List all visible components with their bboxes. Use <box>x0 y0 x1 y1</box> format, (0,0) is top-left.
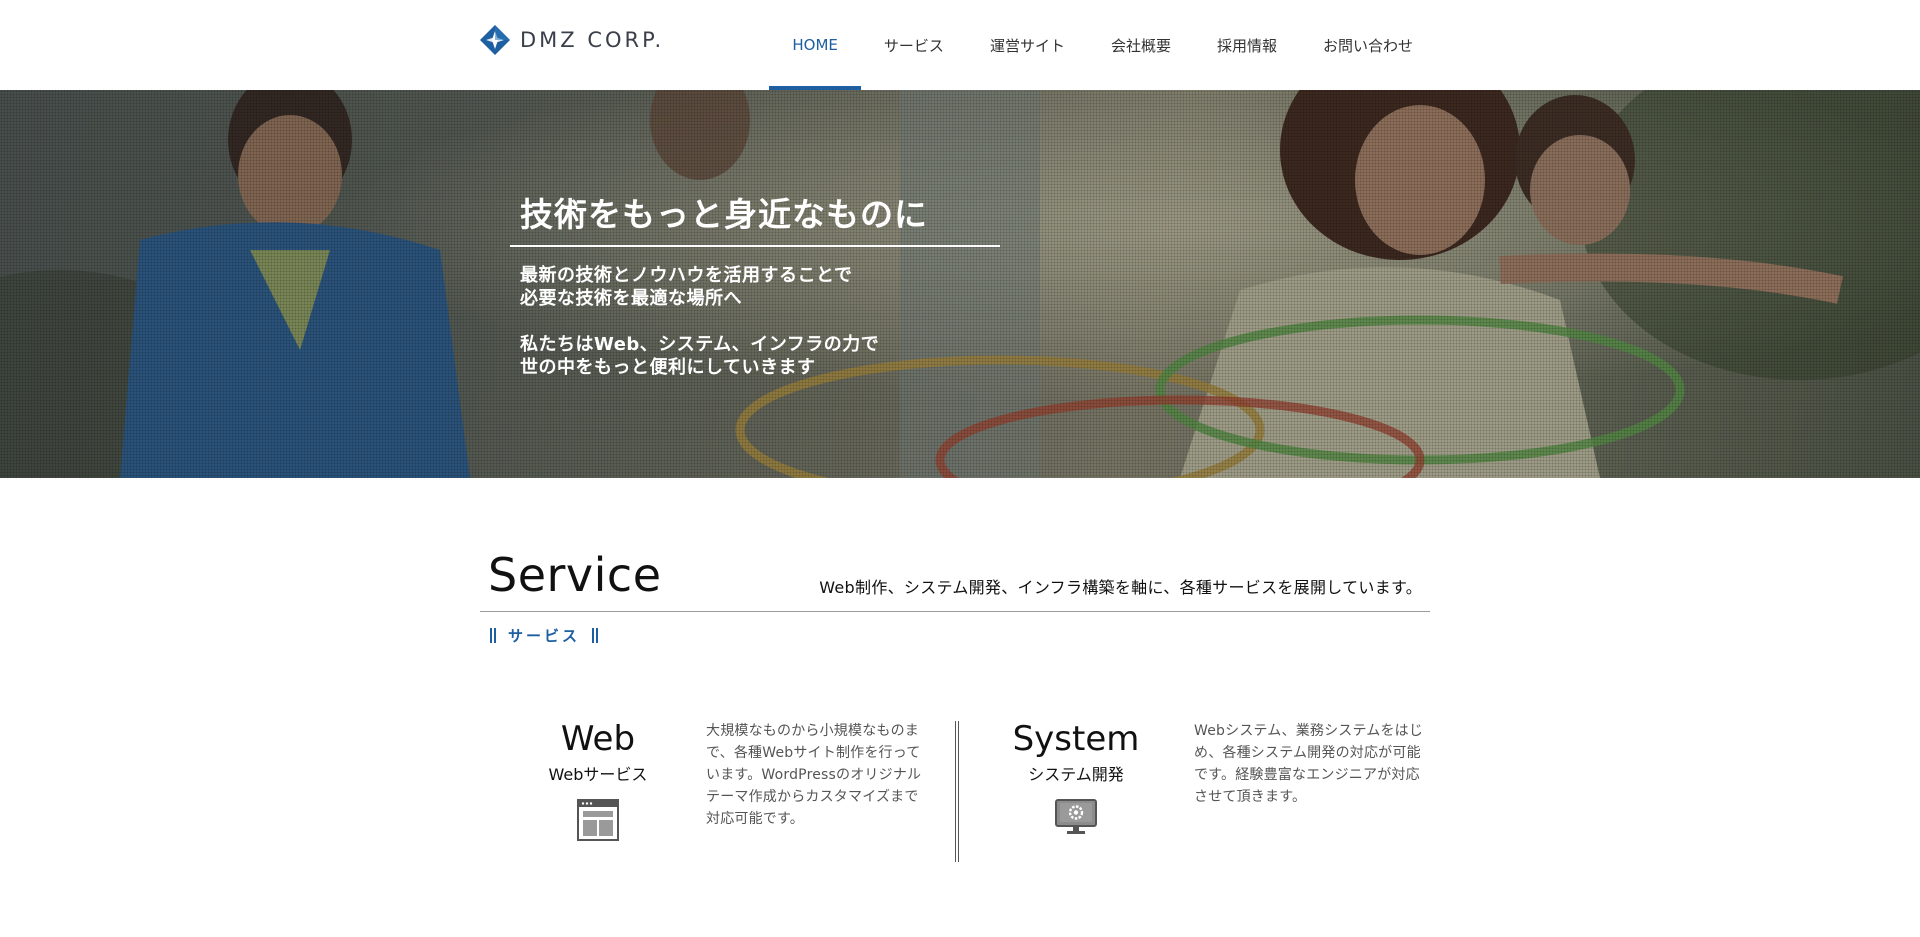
double-bar-icon <box>592 628 599 643</box>
service-subtitle: サービス <box>490 625 599 646</box>
diamond-compass-logo-icon <box>480 25 510 55</box>
desc-line: テーマ作成からカスタマイズまで <box>706 789 919 805</box>
hero-copy-line: 私たちはWeb、システム、インフラの力で <box>520 334 880 355</box>
card-title-en: System <box>1012 719 1140 759</box>
desc-line: Webシステム、業務システムをはじ <box>1194 723 1424 739</box>
desc-line: 対応可能です。 <box>706 811 804 827</box>
card-title-en: Web <box>560 719 636 759</box>
main-nav: HOME サービス 運営サイト 会社概要 採用情報 お問い合わせ <box>769 0 1436 90</box>
nav-item-recruit[interactable]: 採用情報 <box>1194 0 1300 90</box>
hero-copy-line: 必要な技術を最適な場所へ <box>520 288 742 309</box>
desc-line: います。WordPressのオリジナル <box>706 767 922 783</box>
hero-dot-overlay <box>0 90 1920 478</box>
hero-divider <box>510 245 1000 247</box>
service-subtitle-text: サービス <box>508 627 581 645</box>
nav-item-home[interactable]: HOME <box>769 0 861 90</box>
hero-copy-line: 最新の技術とノウハウを活用することで <box>520 265 853 286</box>
nav-item-sites[interactable]: 運営サイト <box>967 0 1088 90</box>
hero-copy-1: 最新の技術とノウハウを活用することで 必要な技術を最適な場所へ <box>520 264 852 310</box>
monitor-gear-icon <box>1055 799 1097 834</box>
hero-banner: 技術をもっと身近なものに 最新の技術とノウハウを活用することで 必要な技術を最適… <box>0 90 1920 478</box>
logo-text: DMZ CORP. <box>520 28 665 52</box>
desc-line: させて頂きます。 <box>1194 789 1307 805</box>
desc-line: で、各種Webサイト制作を行って <box>706 745 921 761</box>
nav-item-company[interactable]: 会社概要 <box>1088 0 1194 90</box>
desc-line: め、各種システム開発の対応が可能 <box>1194 745 1421 761</box>
card-title-ja: Webサービス <box>548 765 648 784</box>
browser-window-icon <box>577 799 619 841</box>
nav-item-services[interactable]: サービス <box>861 0 967 90</box>
desc-line: 大規模なものから小規模なものま <box>706 723 919 739</box>
hero-title: 技術をもっと身近なものに <box>520 195 928 234</box>
site-header: DMZ CORP. HOME サービス 運営サイト 会社概要 採用情報 お問い合… <box>0 0 1920 90</box>
hero-copy-2: 私たちはWeb、システム、インフラの力で 世の中をもっと便利にしていきます <box>520 333 879 379</box>
hero-copy-line: 世の中をもっと便利にしていきます <box>520 357 816 378</box>
double-bar-icon <box>490 628 496 643</box>
logo-link[interactable]: DMZ CORP. <box>480 24 664 56</box>
web-service-card[interactable]: Web Webサービス <box>498 719 698 841</box>
nav-item-contact[interactable]: お問い合わせ <box>1300 0 1436 90</box>
system-service-card[interactable]: System システム開発 <box>976 719 1176 835</box>
service-divider <box>480 611 1430 612</box>
service-title: Service <box>488 548 662 602</box>
card-divider <box>955 721 959 862</box>
desc-line: です。経験豊富なエンジニアが対応 <box>1194 767 1420 783</box>
card-title-ja: システム開発 <box>1028 765 1124 784</box>
service-lead: Web制作、システム開発、インフラ構築を軸に、各種サービスを展開しています。 <box>819 578 1422 597</box>
web-service-description: 大規模なものから小規模なものま で、各種Webサイト制作を行って います。Wor… <box>706 720 938 830</box>
system-service-description: Webシステム、業務システムをはじ め、各種システム開発の対応が可能 です。経験… <box>1194 720 1428 808</box>
